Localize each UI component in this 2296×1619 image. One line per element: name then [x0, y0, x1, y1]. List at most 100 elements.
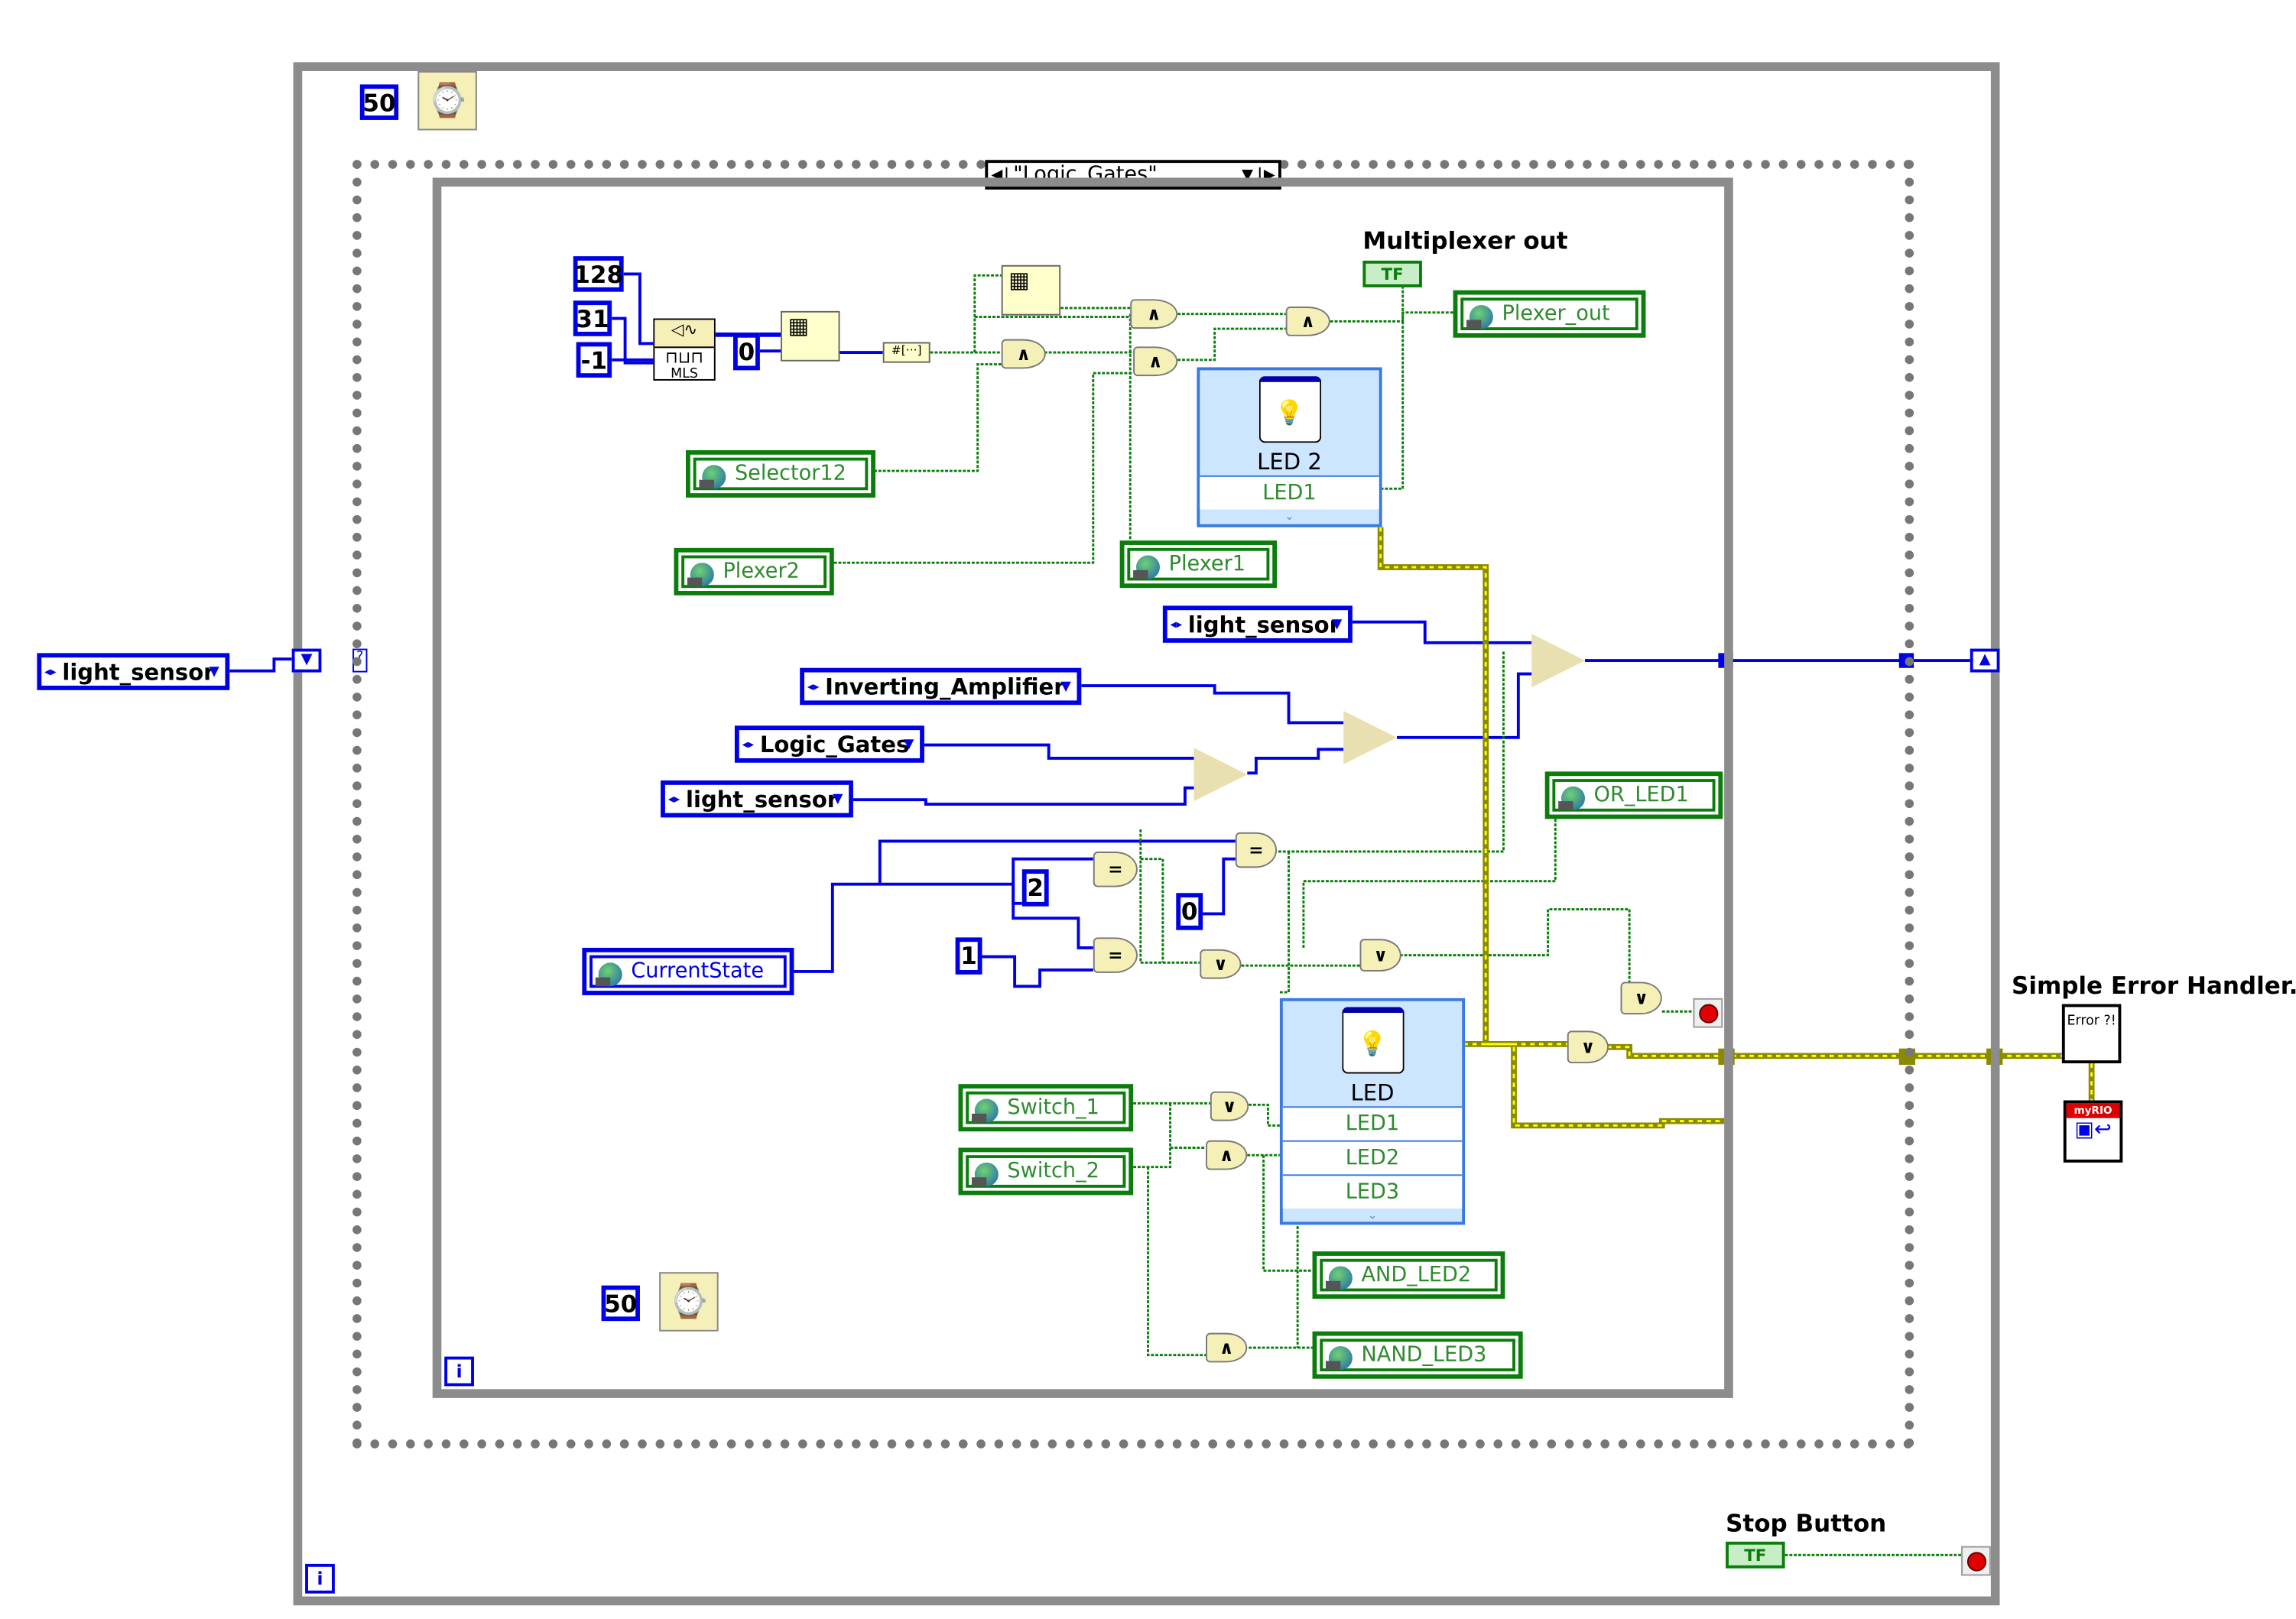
and-led2-variable[interactable]: AND_LED2	[1312, 1251, 1505, 1299]
select-node-icon[interactable]	[1193, 748, 1248, 802]
inner-while-loop	[432, 177, 1733, 1398]
shared-variable-icon	[687, 563, 714, 587]
and-gate[interactable]: ∧	[1285, 307, 1330, 336]
and-gate[interactable]: ∧	[1133, 346, 1178, 377]
nand-led3-variable[interactable]: NAND_LED3	[1312, 1331, 1523, 1379]
enum-value: light_sensor	[62, 658, 215, 686]
select-node-icon[interactable]	[1531, 634, 1586, 687]
constant-2[interactable]: 2	[1021, 869, 1049, 907]
plexer2-variable[interactable]: Plexer2	[674, 547, 834, 595]
or-gate[interactable]: ∨	[1210, 1091, 1249, 1121]
or-gate[interactable]: ∨	[1200, 949, 1242, 979]
index-array-node-icon[interactable]: ▦	[1001, 264, 1061, 316]
constant-31[interactable]: 31	[573, 300, 612, 336]
array-to-cluster-node-icon[interactable]: #[···]	[882, 342, 930, 363]
stop-button-label: Stop Button	[1726, 1509, 1887, 1538]
selector12-variable[interactable]: Selector12	[686, 449, 876, 498]
light-sensor-enum-constant[interactable]: light_sensor▼	[1162, 605, 1353, 643]
shared-variable-icon	[971, 1098, 999, 1123]
led2-title: LED 2	[1257, 449, 1322, 475]
shared-variable-icon	[1133, 555, 1160, 579]
outer-iteration-terminal: i	[305, 1563, 335, 1594]
myrio-banner: myRIO	[2066, 1103, 2120, 1118]
waveform-icon: ◁∿	[654, 320, 714, 349]
variable-name: Plexer2	[723, 560, 800, 584]
wait-ms-timer-icon[interactable]: ⌚	[417, 70, 477, 131]
led-input-led3[interactable]: LED3	[1282, 1174, 1463, 1209]
constant-0-index[interactable]: 0	[733, 333, 760, 371]
loop-stop-terminal-icon[interactable]	[1961, 1546, 1991, 1576]
switch-1-variable[interactable]: Switch_1	[958, 1084, 1134, 1132]
shared-variable-icon	[971, 1162, 999, 1186]
or-gate[interactable]: ∨	[1567, 1030, 1609, 1064]
mls-label: MLS	[671, 367, 698, 382]
inner-iteration-terminal: i	[444, 1356, 474, 1387]
or-gate[interactable]: ∨	[1620, 981, 1662, 1015]
led2-input-led1[interactable]: LED1	[1200, 475, 1379, 510]
variable-name: CurrentState	[631, 959, 765, 984]
simple-error-handler-label: Simple Error Handler.vi	[2011, 971, 2296, 1000]
enum-value: light_sensor	[1187, 611, 1340, 638]
and-gate[interactable]: ∧	[1206, 1332, 1248, 1363]
plexer1-variable[interactable]: Plexer1	[1119, 540, 1278, 589]
dropdown-arrow-icon: ▼	[209, 663, 219, 680]
equal-node[interactable]: =	[1235, 832, 1278, 868]
inverting-amplifier-enum-constant[interactable]: Inverting_Amplifier▼	[800, 667, 1082, 706]
reset-arrow-icon: ▣↩	[2074, 1118, 2112, 1142]
multiplexer-out-indicator[interactable]: TF	[1362, 260, 1422, 287]
equal-node[interactable]: =	[1093, 852, 1138, 887]
plexer-out-variable[interactable]: Plexer_out	[1453, 290, 1646, 338]
wait-ms-timer-icon[interactable]: ⌚	[659, 1272, 719, 1332]
and-gate[interactable]: ∧	[1206, 1140, 1248, 1170]
light-sensor-enum-constant[interactable]: light_sensor▼	[661, 780, 853, 818]
myrio-reset-icon[interactable]: myRIO ▣↩	[2063, 1100, 2123, 1163]
led-input-led2[interactable]: LED2	[1282, 1140, 1463, 1175]
led-input-led1[interactable]: LED1	[1282, 1106, 1463, 1140]
constant-1[interactable]: 1	[955, 937, 982, 975]
shift-register-down-arrow-icon[interactable]: ▼	[291, 648, 322, 673]
outer-wait-constant[interactable]: 50	[359, 84, 399, 120]
led2-express-vi[interactable]: 💡 LED 2 LED1 ⌄	[1197, 367, 1382, 527]
led-title: LED	[1350, 1079, 1395, 1107]
light-sensor-enum-outer[interactable]: light_sensor▼	[37, 653, 230, 690]
inner-loop-stop-terminal-icon[interactable]	[1693, 998, 1723, 1028]
variable-name: OR_LED1	[1593, 783, 1689, 807]
variable-name: Switch_1	[1007, 1095, 1099, 1120]
expand-chevron-icon[interactable]: ⌄	[1283, 1209, 1462, 1223]
or-gate[interactable]: ∨	[1359, 939, 1401, 972]
variable-name: Plexer1	[1168, 552, 1246, 576]
variable-name: AND_LED2	[1361, 1263, 1472, 1287]
index-array-node-icon[interactable]: ▦	[781, 310, 840, 362]
shared-variable-icon	[699, 465, 726, 489]
switch-2-variable[interactable]: Switch_2	[958, 1147, 1134, 1196]
or-led1-variable[interactable]: OR_LED1	[1544, 771, 1723, 819]
current-state-variable[interactable]: CurrentState	[582, 947, 794, 995]
simple-error-handler-icon[interactable]: Error ?!	[2061, 1004, 2122, 1064]
inner-wait-constant[interactable]: 50	[601, 1285, 640, 1322]
shift-register-up-arrow-icon[interactable]: ▲	[1970, 648, 2000, 673]
constant-128[interactable]: 128	[573, 256, 624, 292]
equal-node[interactable]: =	[1093, 937, 1138, 973]
enum-value: Inverting_Amplifier	[825, 673, 1065, 700]
constant-neg1[interactable]: -1	[576, 342, 612, 378]
and-gate[interactable]: ∧	[1130, 299, 1178, 329]
variable-name: Selector12	[734, 462, 846, 486]
dropdown-arrow-icon: ▼	[832, 791, 843, 806]
stop-button-control[interactable]: TF	[1726, 1541, 1785, 1569]
dropdown-arrow-icon: ▼	[1060, 679, 1071, 694]
mls-sequence-node[interactable]: ◁∿ ⊓⊔⊓ MLS	[653, 318, 716, 382]
pulse-icon: ⊓⊔⊓	[665, 348, 704, 368]
and-gate[interactable]: ∧	[1001, 339, 1046, 369]
select-node-icon[interactable]	[1343, 710, 1397, 764]
constant-0[interactable]: 0	[1176, 893, 1203, 930]
shared-variable-icon	[1325, 1266, 1353, 1290]
logic-gates-enum-constant[interactable]: Logic_Gates▼	[734, 725, 924, 763]
error-icon-text: Error ?!	[2067, 1014, 2116, 1030]
expand-chevron-icon[interactable]: ⌄	[1200, 509, 1379, 524]
dropdown-arrow-icon: ▼	[903, 736, 914, 752]
shared-variable-icon	[1325, 1346, 1353, 1371]
variable-name: Switch_2	[1007, 1159, 1099, 1183]
multiplexer-out-label: Multiplexer out	[1362, 226, 1568, 255]
led-express-vi[interactable]: 💡 LED LED1 LED2 LED3 ⌄	[1279, 998, 1466, 1225]
shared-variable-icon	[1558, 786, 1586, 810]
